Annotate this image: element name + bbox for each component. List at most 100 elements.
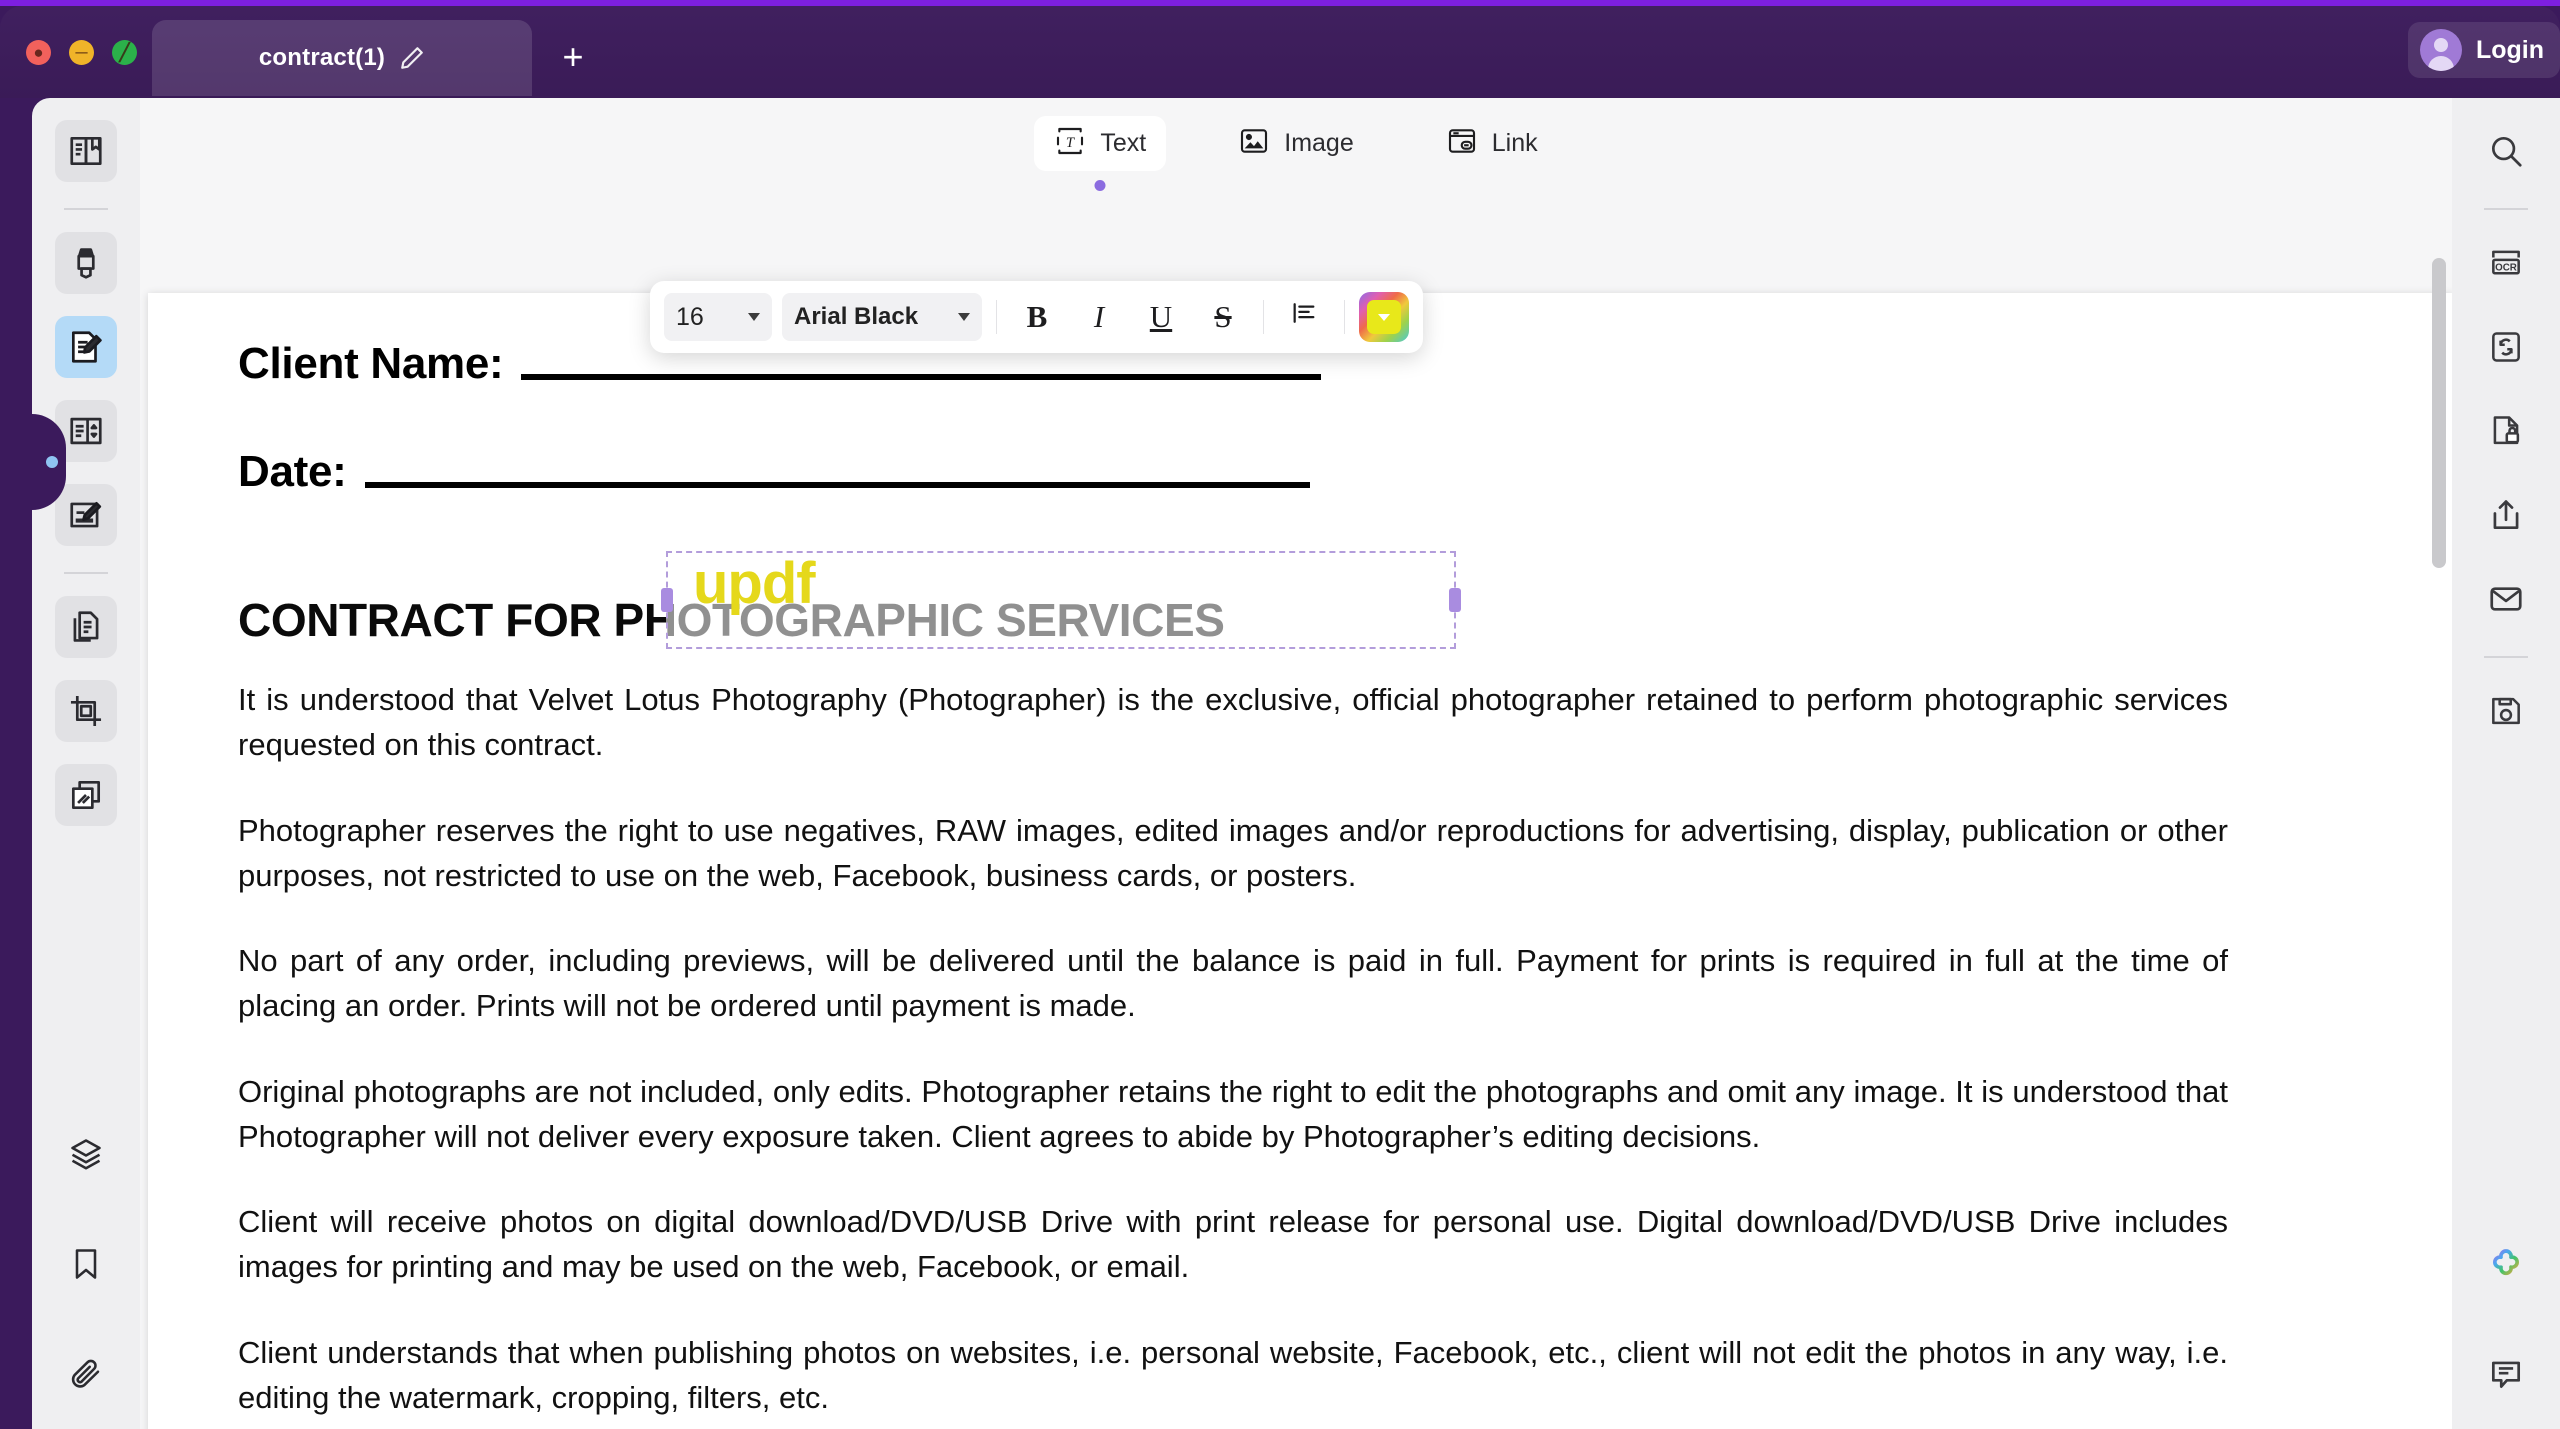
rail-divider	[64, 572, 108, 574]
document-paragraph: Original photographs are not included, o…	[238, 1073, 2228, 1154]
edit-document-icon	[67, 328, 105, 366]
strikethrough-button[interactable]: S	[1197, 291, 1249, 343]
envelope-icon	[2487, 580, 2525, 618]
field-date-rule	[364, 482, 1310, 488]
book-reader-icon	[67, 132, 105, 170]
save-disk-icon	[2487, 692, 2525, 730]
right-toolbar-bottom	[2452, 1233, 2560, 1405]
resize-handle-right[interactable]	[1449, 588, 1461, 612]
document-tab[interactable]: contract(1)	[152, 20, 532, 96]
tab-image[interactable]: Image	[1218, 116, 1373, 171]
document-paragraph: Photographer reserves the right to use n…	[238, 812, 2228, 893]
sidebar-item-ocr[interactable]: OCR	[2475, 232, 2537, 294]
current-color-swatch	[1367, 300, 1401, 334]
sidebar-item-attachments[interactable]	[55, 1343, 117, 1405]
document-paragraph: Client understands that when publishing …	[238, 1334, 2228, 1415]
compress-icon	[67, 776, 105, 814]
bookmark-icon	[68, 1246, 104, 1282]
sidebar-item-convert[interactable]	[2475, 316, 2537, 378]
font-family-value: Arial Black	[794, 303, 919, 330]
sidebar-item-protect[interactable]	[2475, 400, 2537, 462]
sidebar-item-save[interactable]	[2475, 680, 2537, 742]
close-icon: ●	[33, 43, 44, 62]
svg-text:T: T	[1066, 135, 1076, 151]
layers-icon	[68, 1136, 104, 1172]
user-avatar-icon	[2419, 29, 2462, 71]
font-size-select[interactable]: 16	[664, 293, 772, 341]
active-tab-dot	[1094, 180, 1106, 191]
align-left-icon	[1290, 299, 1318, 335]
right-toolbar: OCR	[2452, 98, 2560, 1429]
field-client-name-rule	[521, 374, 1322, 380]
sidebar-item-organize[interactable]	[55, 596, 117, 658]
application-window: ● ─ ╱ contract(1) + Login T Text Image L…	[0, 0, 2560, 1429]
form-fields-icon	[67, 412, 105, 450]
align-button[interactable]	[1278, 291, 1330, 343]
minimize-icon: ─	[75, 43, 88, 62]
main-body: T Text Image Link Client Name: Date: CON…	[0, 98, 2560, 1429]
field-date[interactable]: Date:	[238, 447, 2393, 497]
toolbar-divider	[1263, 300, 1264, 334]
vertical-scrollbar[interactable]	[2432, 258, 2446, 1318]
pdf-page[interactable]: Client Name: Date: CONTRACT FOR PHOTOGRA…	[148, 293, 2452, 1429]
sidebar-item-annotate[interactable]	[55, 232, 117, 294]
pencil-icon[interactable]	[399, 45, 425, 71]
sidebar-item-bookmarks[interactable]	[55, 1233, 117, 1295]
lock-document-icon	[2487, 412, 2525, 450]
text-tool-icon: T	[1054, 125, 1086, 162]
selected-text-content[interactable]: updf	[693, 555, 816, 613]
left-toolbar-bottom	[32, 1123, 140, 1405]
document-tab-title: contract(1)	[258, 44, 386, 71]
field-client-name-label: Client Name:	[238, 339, 504, 388]
image-tool-icon	[1238, 125, 1270, 162]
share-export-icon	[2487, 496, 2525, 534]
sidebar-item-reader[interactable]	[55, 120, 117, 182]
title-bar: ● ─ ╱ contract(1) + Login	[0, 6, 2560, 98]
ai-sparkle-icon	[2486, 1244, 2526, 1284]
font-family-select[interactable]: Arial Black	[782, 293, 982, 341]
rail-divider	[64, 208, 108, 210]
underline-button[interactable]: U	[1135, 291, 1187, 343]
tab-text[interactable]: T Text	[1034, 116, 1167, 191]
sidebar-item-layers[interactable]	[55, 1123, 117, 1185]
italic-button[interactable]: I	[1073, 291, 1125, 343]
new-tab-button[interactable]: +	[552, 36, 594, 78]
sidebar-item-share[interactable]	[2475, 484, 2537, 546]
ocr-icon: OCR	[2487, 244, 2525, 282]
sidebar-item-comments[interactable]	[2475, 1343, 2537, 1405]
sidebar-item-email[interactable]	[2475, 568, 2537, 630]
maximize-icon: ╱	[119, 43, 130, 62]
text-format-toolbar: 16 Arial Black B I U S	[650, 281, 1423, 353]
sidebar-item-ai-assistant[interactable]	[2475, 1233, 2537, 1295]
login-label: Login	[2475, 35, 2544, 64]
rail-divider	[2484, 656, 2528, 658]
bold-button[interactable]: B	[1011, 291, 1063, 343]
sidebar-item-compress[interactable]	[55, 764, 117, 826]
search-icon	[2487, 132, 2525, 170]
sidebar-item-crop[interactable]	[55, 680, 117, 742]
minimize-window-button[interactable]: ─	[69, 40, 94, 65]
organize-pages-icon	[67, 608, 105, 646]
close-window-button[interactable]: ●	[26, 40, 51, 65]
chevron-down-icon	[748, 313, 760, 321]
field-date-label: Date:	[238, 447, 347, 496]
toolbar-divider	[1344, 300, 1345, 334]
tab-image-label: Image	[1284, 129, 1354, 157]
maximize-window-button[interactable]: ╱	[112, 40, 137, 65]
toolbar-divider	[996, 300, 997, 334]
text-color-picker-icon[interactable]	[1359, 292, 1409, 342]
login-button[interactable]: Login	[2407, 22, 2560, 78]
sidebar-item-search[interactable]	[2475, 120, 2537, 182]
resize-handle-left[interactable]	[661, 588, 673, 612]
paperclip-icon	[68, 1356, 104, 1392]
crop-page-icon	[67, 692, 105, 730]
highlighter-icon	[67, 244, 105, 282]
scrollbar-thumb[interactable]	[2432, 258, 2446, 568]
tab-link[interactable]: Link	[1426, 116, 1558, 171]
window-controls: ● ─ ╱	[26, 40, 137, 65]
sidebar-item-edit[interactable]	[55, 316, 117, 378]
sidebar-item-sign[interactable]	[55, 484, 117, 546]
document-paragraph: No part of any order, including previews…	[238, 943, 2228, 1024]
rail-divider	[2484, 208, 2528, 210]
convert-file-icon	[2487, 328, 2525, 366]
